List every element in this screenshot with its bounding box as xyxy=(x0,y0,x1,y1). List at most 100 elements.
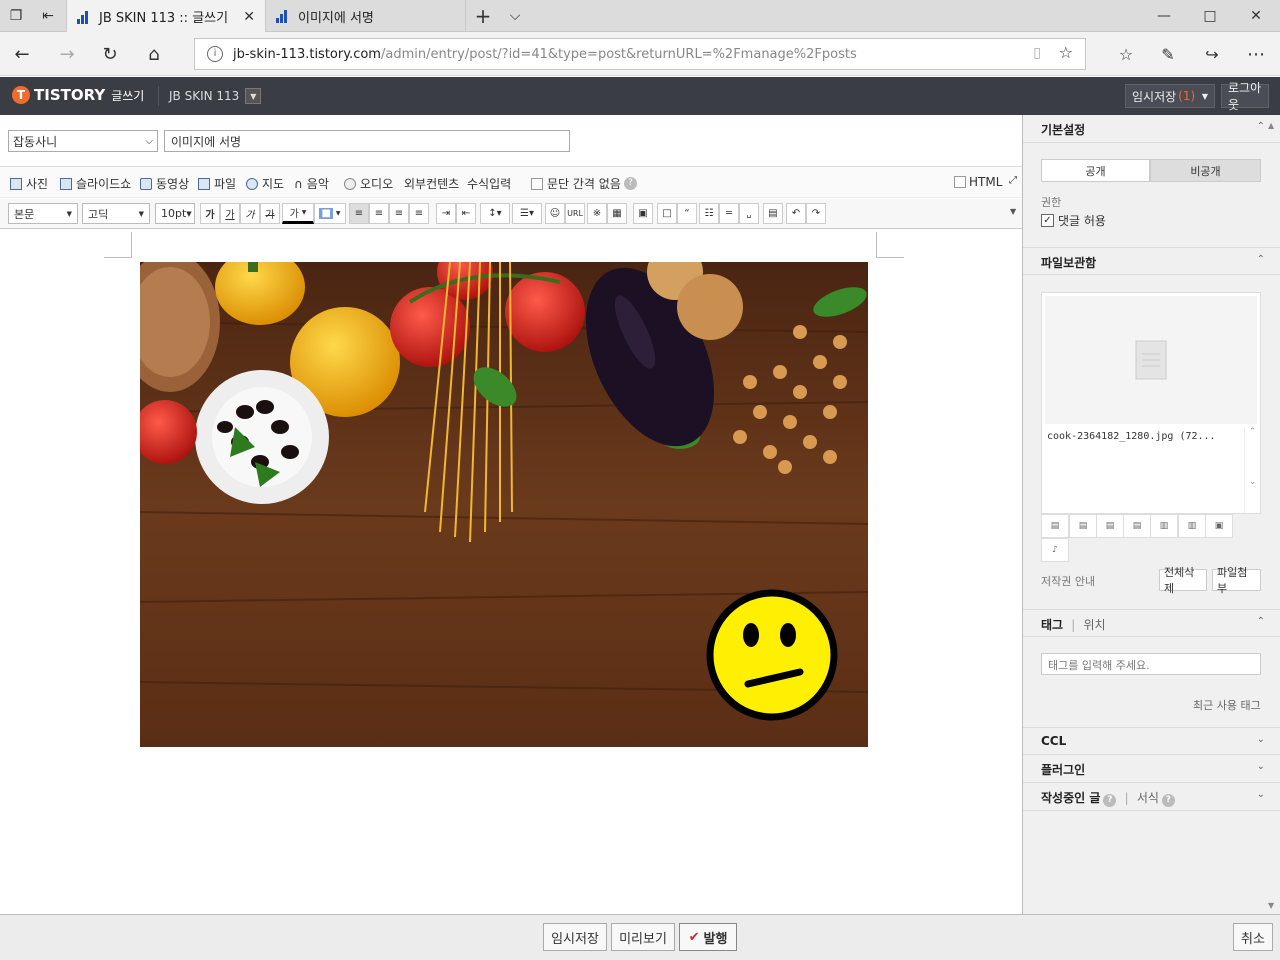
quote-icon[interactable]: “ xyxy=(677,203,697,224)
table-icon[interactable]: ▦ xyxy=(607,203,627,224)
draft-list-button[interactable]: 임시저장 (1) ▼ xyxy=(1125,84,1215,108)
sidebar-scrollbar[interactable]: ▲ ▼ xyxy=(1264,115,1280,914)
logout-button[interactable]: 로그아웃 xyxy=(1221,81,1269,112)
expand-icon[interactable]: ⤢ xyxy=(1009,175,1017,186)
attach-map-button[interactable]: 지도 xyxy=(246,175,284,192)
share-icon[interactable]: ↪ xyxy=(1200,42,1224,66)
indent-icon[interactable]: ⇥ xyxy=(436,203,456,224)
tab-actions-icon[interactable]: ❐ xyxy=(6,6,26,26)
format-tab[interactable]: 서식 xyxy=(1137,791,1159,805)
checkbox-checked-icon[interactable]: ✓ xyxy=(1041,214,1054,227)
help-icon[interactable]: ? xyxy=(1103,794,1117,807)
strikethrough-button[interactable]: 가 xyxy=(260,203,280,224)
more-icon[interactable]: ⋯ xyxy=(1244,42,1268,66)
formula-input-button[interactable]: 수식입력 xyxy=(467,175,511,192)
attach-file-sidebar-button[interactable]: 파일첨부 xyxy=(1212,566,1261,595)
layout-center-icon[interactable]: ▤ xyxy=(1069,514,1097,538)
highlight-color-button[interactable]: ■ ▼ xyxy=(314,203,346,224)
post-title-input[interactable]: 이미지에 서명 xyxy=(164,130,570,152)
list-icon[interactable]: ☰▾ xyxy=(512,203,542,224)
back-icon[interactable]: ← xyxy=(10,42,34,66)
preview-button[interactable]: 미리보기 xyxy=(611,923,675,951)
align-justify-icon[interactable]: ≡ xyxy=(409,203,429,224)
copyright-notice-link[interactable]: 저작권 안내 xyxy=(1041,573,1095,589)
audio-insert-icon[interactable]: ♪ xyxy=(1041,538,1069,562)
bold-button[interactable]: 가 xyxy=(200,203,220,224)
file-list-scrollbar[interactable]: ⌃ ⌄ xyxy=(1244,427,1260,513)
attach-photo-button[interactable]: 사진 xyxy=(10,175,48,192)
font-family-select[interactable]: 고딕 ▼ xyxy=(82,203,150,224)
attach-file-button[interactable]: 파일 xyxy=(198,175,236,192)
inserted-photo[interactable] xyxy=(140,262,868,747)
tab-list-chevron-icon[interactable]: ⌵ xyxy=(505,6,525,26)
basic-settings-header[interactable]: 기본설정 ⌃ xyxy=(1023,115,1280,143)
publish-button[interactable]: ✔ 발행 xyxy=(679,923,737,951)
refresh-icon[interactable]: ↻ xyxy=(98,42,122,66)
scroll-up-icon[interactable]: ▲ xyxy=(1268,121,1274,130)
align-left-icon[interactable]: ≡ xyxy=(349,203,369,224)
home-icon[interactable]: ⌂ xyxy=(142,42,166,66)
new-tab-icon[interactable]: + xyxy=(473,4,493,28)
tab-image-signature[interactable]: 이미지에 서명 xyxy=(266,0,466,32)
layout-right-icon[interactable]: ▤ xyxy=(1096,514,1124,538)
ccl-header[interactable]: CCL ⌄ xyxy=(1023,727,1280,755)
no-para-spacing-option[interactable]: 문단 간격 없음? xyxy=(531,175,637,192)
italic-button[interactable]: 가 xyxy=(240,203,260,224)
attach-music-button[interactable]: ∩ 음악 xyxy=(294,175,329,192)
emoticon-icon[interactable]: ☺ xyxy=(545,203,565,224)
file-item[interactable]: cook-2364182_1280.jpg (72... xyxy=(1047,431,1216,442)
external-content-button[interactable]: 외부컨텐츠 xyxy=(404,175,459,192)
underline-button[interactable]: 가 xyxy=(220,203,240,224)
block-style-select[interactable]: 본문 ▼ xyxy=(8,203,78,224)
align-right-icon[interactable]: ≡ xyxy=(389,203,409,224)
plugin-header[interactable]: 플러그인 ⌄ xyxy=(1023,755,1280,783)
attach-video-button[interactable]: 동영상 xyxy=(140,175,189,192)
layout-three-icon[interactable]: ▥ xyxy=(1178,514,1206,538)
cancel-button[interactable]: 취소 xyxy=(1233,923,1273,951)
delete-all-button[interactable]: 전체삭제 xyxy=(1159,566,1207,595)
layout-left-icon[interactable]: ▤ xyxy=(1041,514,1069,538)
notes-pen-icon[interactable]: ✎ xyxy=(1156,42,1180,66)
textbox-icon[interactable]: □ xyxy=(657,203,677,224)
attach-audio-button[interactable]: 오디오 xyxy=(344,175,393,192)
favorite-star-icon[interactable]: ☆ xyxy=(1059,43,1073,62)
tag-input[interactable]: 태그를 입력해 주세요. xyxy=(1041,653,1261,675)
spellcheck-icon[interactable]: ␣ xyxy=(739,203,759,224)
checkbox-icon[interactable] xyxy=(531,177,543,190)
allow-comments-option[interactable]: ✓ 댓글 허용 xyxy=(1041,212,1106,229)
public-toggle[interactable]: 공개 xyxy=(1041,159,1150,182)
help-icon[interactable]: ? xyxy=(1161,794,1175,807)
scroll-down-icon[interactable]: ▼ xyxy=(1268,901,1274,910)
chevron-down-icon[interactable]: ▼ xyxy=(245,88,262,104)
tab-jb-skin[interactable]: JB SKIN 113 :: 글쓰기 ✕ xyxy=(66,0,266,33)
layout-full-icon[interactable]: ▤ xyxy=(1123,514,1151,538)
redo-icon[interactable]: ↷ xyxy=(806,203,826,224)
maximize-icon[interactable]: □ xyxy=(1200,6,1220,26)
location-tab[interactable]: 위치 xyxy=(1084,618,1106,632)
outdent-icon[interactable]: ⇤ xyxy=(456,203,476,224)
set-aside-tabs-icon[interactable]: ⇤ xyxy=(38,6,58,26)
save-disk-icon[interactable]: ▤ xyxy=(763,203,783,224)
close-tab-icon[interactable]: ✕ xyxy=(243,9,255,25)
link-url-button[interactable]: URL xyxy=(565,203,585,224)
divider-line-icon[interactable]: ═ xyxy=(719,203,739,224)
undo-icon[interactable]: ↶ xyxy=(786,203,806,224)
tag-header[interactable]: 태그 | 위치 ⌃ xyxy=(1023,609,1280,637)
window-close-icon[interactable]: ✕ xyxy=(1246,6,1266,26)
category-select[interactable]: 잡동사니 ⌵ xyxy=(8,130,158,152)
save-draft-button[interactable]: 임시저장 xyxy=(543,923,607,951)
url-field[interactable]: i jb-skin-113.tistory.com/admin/entry/po… xyxy=(194,38,1086,70)
special-char-icon[interactable]: ※ xyxy=(587,203,607,224)
forward-icon[interactable]: → xyxy=(55,42,79,66)
blog-selector[interactable]: JB SKIN 113 ▼ xyxy=(158,86,262,106)
reading-view-icon[interactable]: ▯ xyxy=(1033,45,1041,61)
text-color-button[interactable]: 가 ▼ xyxy=(282,203,314,224)
align-center-icon[interactable]: ≡ xyxy=(369,203,389,224)
file-storage-header[interactable]: 파일보관함 ⌃ xyxy=(1023,247,1280,275)
layout-slide-icon[interactable]: ▣ xyxy=(1205,514,1233,538)
line-height-icon[interactable]: ↕▾ xyxy=(480,203,510,224)
attach-slideshow-button[interactable]: 슬라이드쇼 xyxy=(60,175,131,192)
recent-tags-link[interactable]: 최근 사용 태그 xyxy=(1193,697,1261,713)
minimize-icon[interactable]: — xyxy=(1154,6,1174,26)
more-fold-icon[interactable]: ☷ xyxy=(699,203,719,224)
